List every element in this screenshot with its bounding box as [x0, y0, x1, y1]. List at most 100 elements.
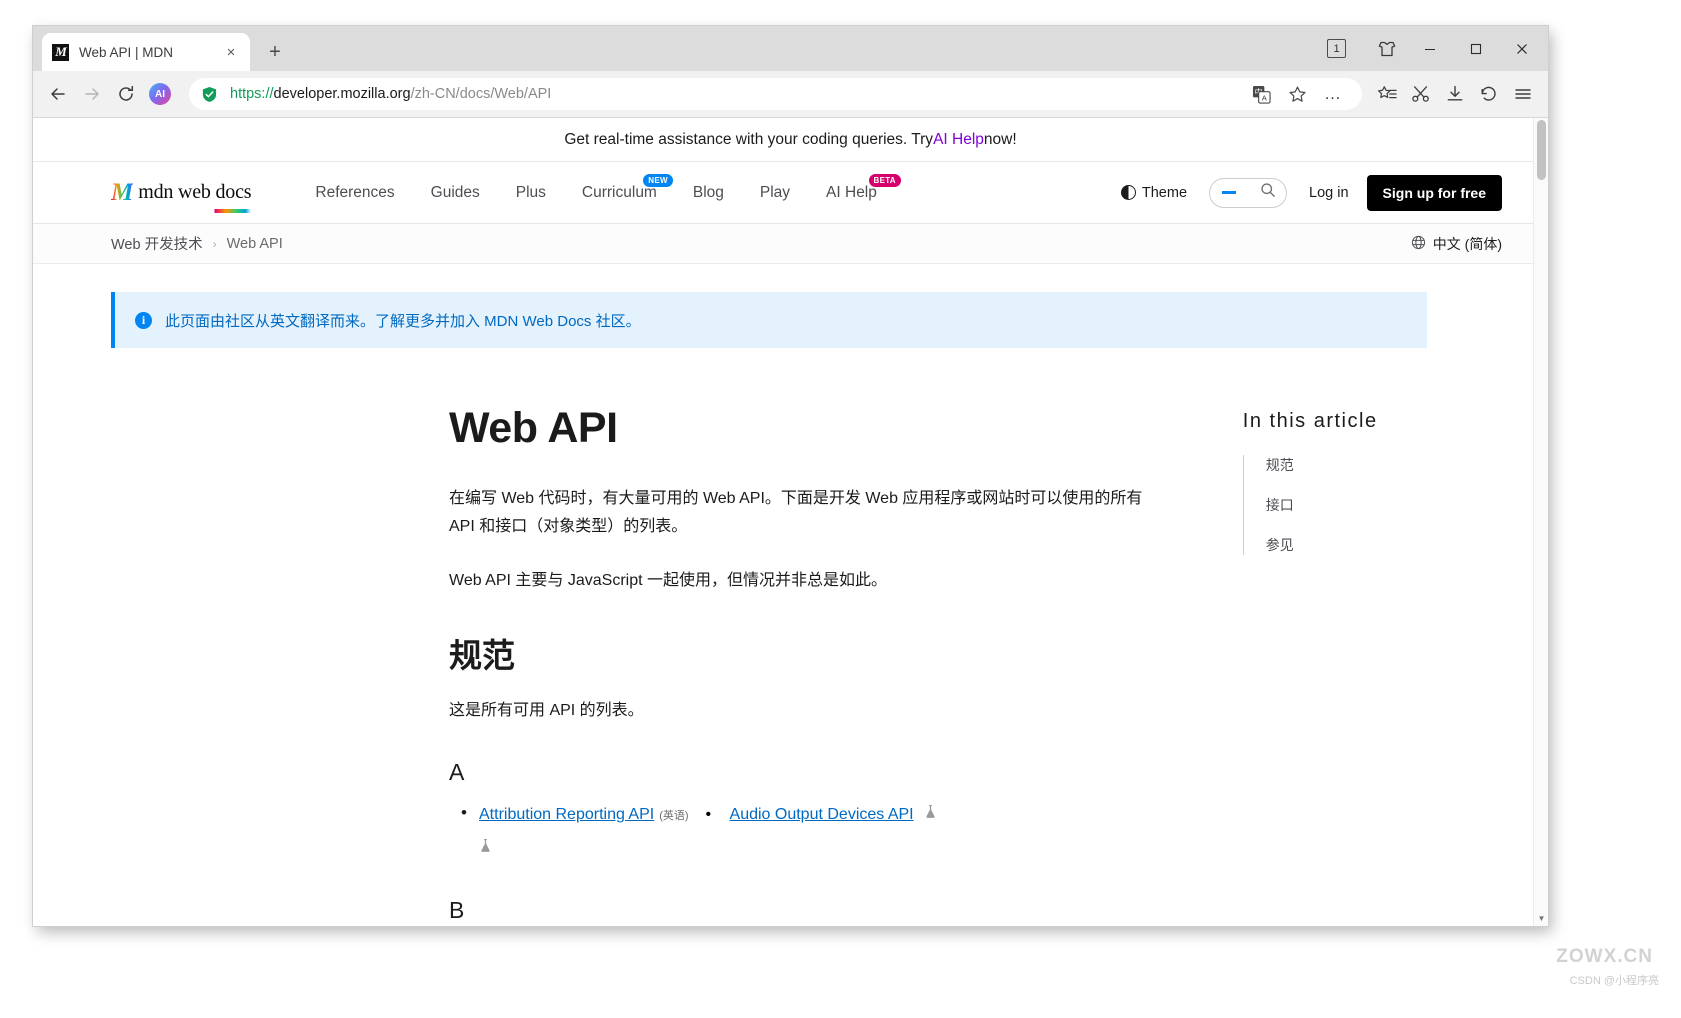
browser-toolbar: AI https://developer.mozilla.org/zh-CN/d… [33, 71, 1548, 118]
back-icon[interactable] [41, 77, 75, 111]
tab-title: Web API | MDN [79, 45, 222, 60]
nav-label: AI Help [826, 184, 877, 201]
nav-item-play[interactable]: Play [742, 184, 808, 202]
browser-window: M Web API | MDN × + 1 [33, 26, 1548, 926]
promo-text-after: now! [984, 131, 1017, 149]
letter-heading-a: A [449, 759, 1165, 786]
bookmark-star-icon[interactable] [1280, 77, 1314, 111]
breadcrumb: Web 开发技术 › Web API 中文 (简体) [33, 224, 1548, 264]
close-tab-icon[interactable]: × [222, 43, 240, 61]
language-switcher[interactable]: 中文 (简体) [1411, 234, 1502, 254]
scrollbar-thumb[interactable] [1537, 120, 1546, 180]
api-link-attribution-reporting[interactable]: Attribution Reporting API [479, 806, 654, 823]
toolbar-right-group [1370, 77, 1540, 111]
security-shield-icon[interactable] [201, 86, 218, 103]
nav-item-references[interactable]: References [297, 184, 412, 202]
table-of-contents: In this article 规范 接口 参见 [1243, 404, 1502, 926]
theme-toggle-button[interactable]: Theme [1121, 185, 1187, 201]
address-bar[interactable]: https://developer.mozilla.org/zh-CN/docs… [189, 78, 1362, 110]
downloads-icon[interactable] [1438, 77, 1472, 111]
screenshot-scissors-icon[interactable] [1404, 77, 1438, 111]
browser-tab[interactable]: M Web API | MDN × [42, 33, 250, 71]
notice-text[interactable]: 此页面由社区从英文翻译而来。了解更多并加入 MDN Web Docs 社区。 [165, 310, 641, 331]
url-text: https://developer.mozilla.org/zh-CN/docs… [230, 86, 551, 102]
language-label: 中文 (简体) [1433, 234, 1502, 254]
new-badge: NEW [643, 174, 673, 187]
section-intro-paragraph: 这是所有可用 API 的列表。 [449, 697, 1165, 725]
search-input[interactable] [1209, 178, 1287, 208]
promo-text-before: Get real-time assistance with your codin… [564, 131, 933, 149]
article-body: Web API 在编写 Web 代码时，有大量可用的 Web API。下面是开发… [449, 404, 1165, 926]
vertical-scrollbar[interactable]: ▲ ▼ [1533, 118, 1548, 926]
nav-item-guides[interactable]: Guides [413, 184, 498, 202]
mdn-logo[interactable]: M mdn web docs [111, 179, 251, 207]
theme-label: Theme [1142, 185, 1187, 201]
mdn-logo-underline [111, 209, 251, 213]
scroll-down-arrow-icon[interactable]: ▼ [1534, 911, 1548, 926]
omnibox-actions: 中 A … [1244, 77, 1350, 111]
nav-label: Guides [431, 184, 480, 201]
signup-button[interactable]: Sign up for free [1367, 175, 1502, 211]
nav-item-plus[interactable]: Plus [498, 184, 564, 202]
new-tab-button[interactable]: + [264, 41, 286, 63]
list-item: Attribution Reporting API(英语) • Audio Ou… [449, 800, 1165, 863]
tab-count-badge[interactable]: 1 [1327, 39, 1346, 58]
api-list-a: Attribution Reporting API(英语) • Audio Ou… [449, 800, 1165, 863]
experimental-flask-icon [920, 806, 937, 822]
list-item: 规范 [1266, 455, 1502, 475]
beta-badge: BETA [869, 174, 901, 187]
close-window-button[interactable] [1502, 26, 1542, 71]
history-back-icon[interactable] [1472, 77, 1506, 111]
breadcrumb-item-web-api: Web API [227, 236, 283, 252]
header-actions: Theme Log in Sign up for free [1121, 175, 1502, 211]
nav-item-curriculum[interactable]: Curriculum NEW [564, 184, 675, 202]
nav-item-blog[interactable]: Blog [675, 184, 742, 202]
ai-help-promo-banner: Get real-time assistance with your codin… [33, 118, 1548, 162]
search-cursor [1222, 191, 1236, 194]
url-host: developer.mozilla.org [274, 86, 411, 102]
page-title: Web API [449, 404, 1165, 453]
maximize-button[interactable] [1456, 26, 1496, 71]
nav-label: Blog [693, 184, 724, 201]
more-options-icon[interactable]: … [1316, 77, 1350, 111]
toc-item-see-also[interactable]: 参见 [1266, 537, 1294, 553]
theme-contrast-icon [1121, 185, 1136, 200]
reload-icon[interactable] [109, 77, 143, 111]
url-path: /zh-CN/docs/Web/API [411, 86, 552, 102]
watermark-secondary: CSDN @小程序亮 [1570, 972, 1659, 988]
list-item: 接口 [1266, 495, 1502, 515]
collections-icon[interactable] [1370, 77, 1404, 111]
toc-list: 规范 接口 参见 [1243, 455, 1502, 555]
page-content: i 此页面由社区从英文翻译而来。了解更多并加入 MDN Web Docs 社区。… [33, 292, 1548, 926]
letter-heading-b: B [449, 897, 1165, 924]
promo-ai-help-link[interactable]: AI Help [933, 131, 984, 149]
forward-icon[interactable] [75, 77, 109, 111]
breadcrumb-item-web-tech[interactable]: Web 开发技术 [111, 233, 203, 254]
mdn-logo-mark-icon: M [111, 179, 133, 207]
breadcrumb-separator-icon: › [213, 237, 217, 251]
mdn-logo-text: mdn web docs [138, 181, 251, 204]
toc-item-specifications[interactable]: 规范 [1266, 457, 1294, 473]
collections-shirt-icon[interactable] [1370, 33, 1404, 65]
toc-item-interfaces[interactable]: 接口 [1266, 497, 1294, 513]
section-heading-specifications: 规范 [449, 629, 1165, 677]
ai-assistant-button[interactable]: AI [143, 77, 177, 111]
translate-icon[interactable]: 中 A [1244, 77, 1278, 111]
api-link-audio-output-devices[interactable]: Audio Output Devices API [730, 806, 914, 823]
login-link[interactable]: Log in [1309, 185, 1349, 201]
nav-label: Plus [516, 184, 546, 201]
page-viewport: Get real-time assistance with your codin… [33, 118, 1548, 926]
mdn-site-header: M mdn web docs References Guides Plus [33, 162, 1548, 224]
content-columns: Web API 在编写 Web 代码时，有大量可用的 Web API。下面是开发… [111, 404, 1502, 926]
search-icon[interactable] [1260, 182, 1276, 203]
url-scheme: https:// [230, 86, 274, 102]
browser-menu-icon[interactable] [1506, 77, 1540, 111]
window-controls-group: 1 [1327, 26, 1548, 71]
mdn-favicon-icon: M [52, 44, 69, 61]
main-navigation: References Guides Plus Curriculum NEW Bl… [297, 184, 895, 202]
nav-item-ai-help[interactable]: AI Help BETA [808, 184, 895, 202]
english-tag: (英语) [659, 810, 688, 822]
minimize-button[interactable] [1410, 26, 1450, 71]
info-icon: i [135, 312, 152, 329]
list-item: 参见 [1266, 535, 1502, 555]
